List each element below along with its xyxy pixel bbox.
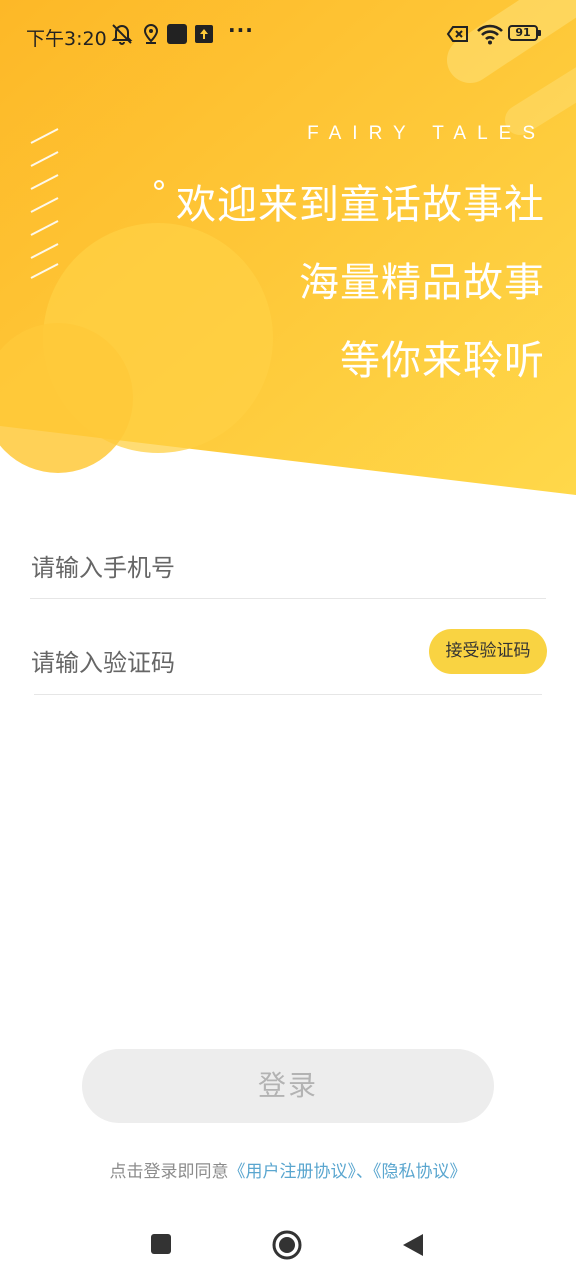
agreement-separator: 、: [356, 1162, 373, 1182]
status-time: 下午3:20: [26, 28, 107, 50]
privacy-link[interactable]: 《隐私协议》: [373, 1162, 467, 1182]
sim-x-icon: [446, 26, 468, 42]
welcome-subtitle: 海量精品故事: [299, 260, 545, 306]
bullet-dot: [154, 180, 164, 190]
recents-icon[interactable]: [148, 1230, 174, 1258]
get-code-button[interactable]: 接受验证码: [429, 629, 547, 674]
header-banner: FAIRY TALES 欢迎来到童话故事社 海量精品故事 等你来聆听: [0, 0, 576, 500]
upload-icon: [195, 25, 213, 43]
agreement-text: 点击登录即同意《用户注册协议》、《隐私协议》: [0, 1157, 576, 1182]
location-pin-icon: [143, 23, 159, 44]
status-bar: 下午3:20 ··· 91: [0, 0, 576, 72]
welcome-subtitle-2: 等你来聆听: [340, 338, 545, 384]
verification-code-input[interactable]: 请输入验证码: [31, 643, 175, 678]
battery-icon: 91: [508, 25, 541, 41]
user-agreement-link[interactable]: 《用户注册协议》: [229, 1162, 357, 1182]
code-divider: [34, 694, 542, 695]
more-notifications: ···: [228, 18, 254, 42]
phone-input[interactable]: 请输入手机号: [31, 548, 175, 583]
brand-tagline: FAIRY TALES: [307, 123, 546, 144]
app-square-icon: [167, 24, 187, 44]
welcome-title: 欢迎来到童话故事社: [176, 182, 545, 228]
muted-bell-icon: [111, 24, 133, 45]
agreement-prefix: 点击登录即同意: [109, 1162, 229, 1182]
back-icon[interactable]: [400, 1230, 426, 1260]
login-button[interactable]: 登录: [82, 1049, 494, 1123]
phone-divider: [30, 598, 546, 599]
wifi-icon: [477, 24, 503, 45]
home-icon[interactable]: [272, 1230, 302, 1260]
